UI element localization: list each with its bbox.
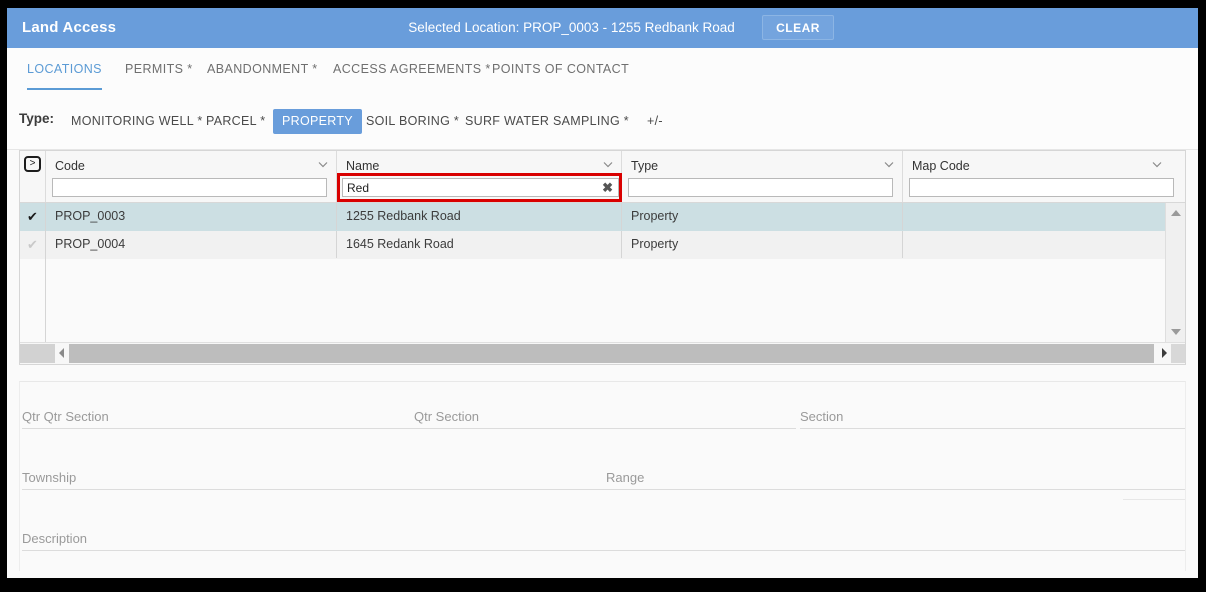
tab-abandonment[interactable]: ABANDONMENT * — [207, 48, 318, 90]
cell-map-code — [903, 203, 1165, 230]
hscroll-track-left[interactable] — [20, 344, 55, 363]
row-checkbox[interactable]: ✔ — [20, 203, 46, 230]
column-header-type[interactable]: Type — [622, 151, 903, 202]
type-chip-monitoring-well-label: MONITORING WELL * — [71, 114, 203, 128]
selected-location-label: Selected Location: PROP_0003 - 1255 Redb… — [408, 20, 735, 35]
column-header-code[interactable]: Code — [46, 151, 337, 202]
column-header-code-label: Code — [55, 159, 85, 173]
scroll-up-icon[interactable] — [1169, 206, 1183, 220]
chevron-down-icon[interactable] — [883, 158, 895, 170]
type-chip-property-label: PROPERTY — [273, 109, 362, 134]
grid-vertical-scrollbar[interactable] — [1165, 203, 1185, 342]
field-range-stub — [1123, 490, 1185, 500]
tab-access-agreements[interactable]: ACCESS AGREEMENTS * — [333, 48, 491, 90]
field-township[interactable]: Township — [22, 468, 606, 490]
chevron-down-icon[interactable] — [1151, 158, 1163, 170]
field-section-label: Section — [800, 409, 844, 424]
clear-button[interactable]: CLEAR — [762, 15, 834, 40]
column-header-name-label: Name — [346, 159, 380, 173]
table-row[interactable]: ✔ PROP_0004 1645 Redank Road Property — [20, 231, 1165, 259]
cell-name: 1255 Redbank Road — [337, 203, 622, 230]
cell-code: PROP_0004 — [46, 231, 337, 258]
tab-points-of-contact[interactable]: POINTS OF CONTACT — [492, 48, 629, 90]
locations-grid: > Code Name Type Map Code Red ✖ ✔ PROP_0… — [19, 150, 1186, 365]
app-header: Land Access Selected Location: PROP_0003… — [7, 8, 1198, 48]
type-chip-soil-boring-label: SOIL BORING * — [366, 114, 460, 128]
expand-toggle-icon[interactable]: > — [24, 156, 41, 172]
field-section[interactable]: Section — [800, 407, 1185, 429]
cell-name: 1645 Redank Road — [337, 231, 622, 258]
column-header-map-code-label: Map Code — [912, 159, 970, 173]
tab-bar: LOCATIONS PERMITS * ABANDONMENT * ACCESS… — [7, 48, 1198, 91]
grid-empty-area — [20, 259, 1165, 342]
field-range[interactable]: Range — [606, 468, 1185, 490]
field-qtr-section-label: Qtr Section — [414, 409, 480, 424]
column-filter-map-code[interactable] — [909, 178, 1174, 197]
cell-type: Property — [622, 231, 903, 258]
tab-permits[interactable]: PERMITS * — [125, 48, 193, 90]
scroll-down-icon[interactable] — [1169, 325, 1183, 339]
column-filter-name[interactable] — [342, 178, 619, 197]
grid-header-row: > Code Name Type Map Code Red ✖ — [20, 151, 1185, 203]
type-filter-label: Type: — [19, 111, 55, 126]
field-qtr-qtr-section-label: Qtr Qtr Section — [22, 409, 109, 424]
field-qtr-section[interactable]: Qtr Section — [414, 407, 796, 429]
field-range-label: Range — [606, 470, 645, 485]
field-description[interactable]: Description — [22, 529, 1185, 551]
grid-corner-cell: > — [20, 151, 46, 202]
field-township-label: Township — [22, 470, 77, 485]
location-detail-form: Qtr Qtr Section Qtr Section Section Town… — [19, 381, 1186, 571]
grid-body: ✔ PROP_0003 1255 Redbank Road Property ✔… — [20, 203, 1165, 342]
type-chip-parcel-label: PARCEL * — [206, 114, 266, 128]
field-description-label: Description — [22, 531, 88, 546]
column-header-type-label: Type — [631, 159, 659, 173]
application-window: Land Access Selected Location: PROP_0003… — [7, 8, 1198, 578]
hscroll-thumb[interactable] — [69, 344, 1154, 363]
field-qtr-qtr-section[interactable]: Qtr Qtr Section — [22, 407, 414, 429]
grid-horizontal-scrollbar[interactable] — [20, 342, 1185, 364]
column-filter-type[interactable] — [628, 178, 893, 197]
column-filter-code[interactable] — [52, 178, 327, 197]
column-filter-name-highlight: ✖ — [337, 173, 622, 202]
type-filter-bar: Type: MONITORING WELL * PARCEL * PROPERT… — [7, 90, 1198, 150]
scroll-right-icon[interactable] — [1157, 346, 1171, 360]
chevron-down-icon[interactable] — [602, 158, 614, 170]
cell-type: Property — [622, 203, 903, 230]
table-row[interactable]: ✔ PROP_0003 1255 Redbank Road Property — [20, 203, 1165, 231]
cell-map-code — [903, 231, 1165, 258]
tab-locations[interactable]: LOCATIONS — [27, 48, 102, 90]
grid-divider — [45, 203, 46, 342]
clear-filter-icon[interactable]: ✖ — [602, 179, 613, 196]
scroll-left-icon[interactable] — [55, 346, 69, 360]
column-header-map-code[interactable]: Map Code — [903, 151, 1185, 202]
chevron-down-icon[interactable] — [317, 158, 329, 170]
type-chip-add-remove-label: +/- — [647, 114, 663, 128]
hscroll-track-right[interactable] — [1171, 344, 1185, 363]
cell-code: PROP_0003 — [46, 203, 337, 230]
type-chip-surf-water-sampling-label: SURF WATER SAMPLING * — [465, 114, 629, 128]
row-checkbox[interactable]: ✔ — [20, 231, 46, 258]
